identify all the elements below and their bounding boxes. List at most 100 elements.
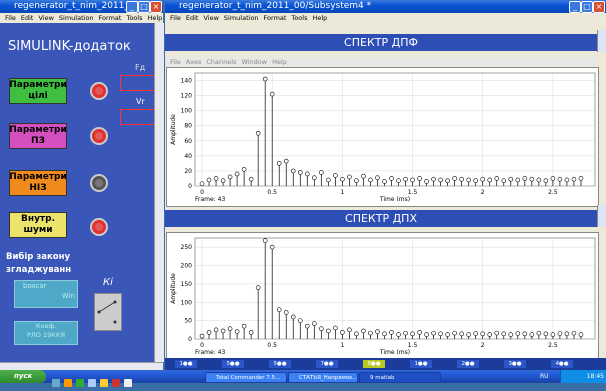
scope-footer: 1●● 5●● 5●● 7●● 8●● 1●● 2●● 3●● 4●● — [165, 358, 606, 370]
chart2-header: СПЕКТР ДПХ — [165, 210, 597, 227]
menu-item-tools[interactable]: Tools — [291, 14, 307, 22]
quicklaunch-icon[interactable] — [52, 379, 60, 387]
x-tick-label: 1 — [340, 342, 344, 349]
smoothing-heading: Вибір закону згладжуванн — [6, 252, 72, 275]
right-menubar: File Edit View Simulation Format Tools Help — [165, 13, 606, 23]
left-menubar: File Edit View Simulation Format Tools Help — [0, 13, 163, 23]
x-axis-label: Time (ms) — [379, 349, 410, 356]
menu-item-axes[interactable]: Axes — [186, 58, 201, 66]
footer-timer-item[interactable]: 5●● — [269, 360, 291, 368]
footer-timer-item[interactable]: 1●● — [175, 360, 197, 368]
data-point — [262, 238, 268, 243]
quicklaunch-icon[interactable] — [100, 379, 108, 387]
pz-knob-icon[interactable] — [90, 127, 108, 145]
maximize-button[interactable]: □ — [138, 1, 150, 13]
data-point — [382, 331, 387, 337]
menu-item-window[interactable]: Window — [241, 58, 267, 66]
niz-knob-icon[interactable] — [90, 174, 108, 192]
data-point — [459, 176, 464, 182]
right-scroll-mid[interactable] — [597, 205, 606, 227]
noise-knob-icon[interactable] — [90, 218, 108, 236]
taskbar-item[interactable]: Total Commander 7.5... — [205, 372, 287, 383]
footer-timer-item[interactable]: 4●● — [551, 360, 573, 368]
data-point — [368, 177, 373, 183]
data-point — [220, 178, 226, 184]
menu-item-format[interactable]: Format — [99, 14, 122, 22]
menu-item-help[interactable]: Help — [272, 58, 287, 66]
left-window-titlebar: regenerator_t_nim_2011_00 * _ □ × — [0, 0, 163, 13]
data-point — [487, 332, 493, 337]
taskbar-item[interactable]: СТАТЬЯ_Напрямок... — [288, 372, 358, 383]
pz-params-button[interactable]: Параметри ПЗ — [9, 123, 67, 149]
menu-item-edit[interactable]: Edit — [186, 14, 199, 22]
language-indicator[interactable]: RU — [540, 372, 549, 381]
menu-item-channels[interactable]: Channels — [206, 58, 236, 66]
menu-item-simulation[interactable]: Simulation — [59, 14, 94, 22]
target-knob-icon[interactable] — [90, 82, 108, 100]
y-tick-label: 140 — [181, 78, 193, 85]
data-point — [262, 76, 268, 82]
quicklaunch-icon[interactable] — [124, 379, 132, 387]
quicklaunch-icon[interactable] — [112, 379, 120, 387]
niz-params-button[interactable]: Параметри НІЗ — [9, 170, 67, 196]
data-point — [480, 331, 486, 337]
data-point — [452, 176, 457, 181]
quicklaunch-icon[interactable] — [64, 379, 72, 387]
data-point — [536, 177, 542, 183]
y-axis-label: Amplitude — [170, 273, 177, 304]
menu-item-help[interactable]: Help — [312, 14, 327, 22]
footer-timer-item[interactable]: 1●● — [410, 360, 432, 368]
minimize-button[interactable]: _ — [569, 1, 581, 13]
minimize-button[interactable]: _ — [126, 1, 138, 13]
data-point — [494, 176, 500, 181]
target-params-button[interactable]: Параметри цілі — [9, 78, 67, 104]
data-point — [290, 314, 296, 320]
maximize-button[interactable]: □ — [581, 1, 593, 13]
coef-box[interactable]: Коеф. РЛО 19ККЯ — [14, 321, 78, 345]
close-button[interactable]: × — [150, 1, 162, 13]
menu-item-simulation[interactable]: Simulation — [224, 14, 259, 22]
switch-block[interactable] — [94, 293, 122, 331]
footer-timer-item[interactable]: 7●● — [316, 360, 338, 368]
menu-item-view[interactable]: View — [38, 14, 53, 22]
data-point — [494, 330, 500, 336]
clock[interactable]: 18:45 — [587, 372, 604, 381]
data-point — [459, 331, 464, 337]
footer-timer-item[interactable]: 2●● — [457, 360, 479, 368]
menu-item-file[interactable]: File — [5, 14, 16, 22]
menu-item-view[interactable]: View — [203, 14, 218, 22]
window-selector-box[interactable]: boxcar Win — [14, 280, 78, 308]
quicklaunch-icon[interactable] — [76, 379, 84, 387]
menu-item-help[interactable]: Help — [147, 14, 162, 22]
menu-item-file[interactable]: File — [170, 58, 181, 66]
data-point — [403, 176, 408, 182]
data-point — [417, 176, 422, 181]
left-vscroll[interactable] — [154, 23, 164, 362]
data-point — [248, 176, 254, 182]
plot-area — [194, 237, 596, 340]
quicklaunch-icon[interactable] — [88, 379, 96, 387]
close-button[interactable]: × — [593, 1, 605, 13]
footer-timer-item[interactable]: 3●● — [504, 360, 526, 368]
data-point — [269, 244, 275, 250]
taskbar-item[interactable]: 9 matlab — [359, 372, 441, 383]
y-tick-label: 200 — [181, 263, 193, 270]
data-point — [529, 176, 535, 182]
footer-timer-item[interactable]: 8●● — [363, 360, 385, 368]
footer-timer-item[interactable]: 5●● — [222, 360, 244, 368]
menu-item-tools[interactable]: Tools — [126, 14, 142, 22]
right-scroll-top[interactable] — [597, 30, 606, 52]
menu-item-edit[interactable]: Edit — [21, 14, 34, 22]
start-button[interactable]: пуск — [0, 370, 46, 383]
menu-item-format[interactable]: Format — [264, 14, 287, 22]
data-point — [487, 177, 493, 183]
data-point — [326, 177, 331, 183]
data-point — [319, 170, 324, 175]
data-point — [466, 177, 471, 183]
y-tick-label: 60 — [184, 138, 192, 145]
menu-item-file[interactable]: File — [170, 14, 181, 22]
noise-params-button[interactable]: Внутр. шуми — [9, 212, 67, 238]
data-point — [515, 331, 521, 336]
data-point — [543, 331, 549, 337]
data-point — [354, 331, 359, 337]
